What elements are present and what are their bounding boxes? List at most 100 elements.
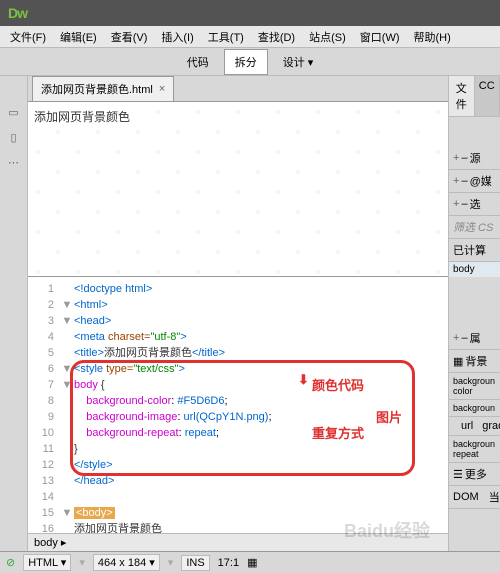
dom-section[interactable]: DOM 当 — [449, 486, 500, 509]
tab-cc[interactable]: CC — [475, 76, 500, 116]
properties-section[interactable]: +–属 — [449, 327, 500, 350]
breadcrumb-body[interactable]: body ▸ — [34, 537, 66, 549]
bgrep-prop[interactable]: backgroun repeat — [449, 436, 500, 463]
line-number: 6 — [28, 361, 60, 377]
left-toolbar: ▭ ▯ ⋯ — [0, 76, 28, 551]
status-dim[interactable]: 464 x 184 ▾ — [93, 554, 160, 571]
bg-section[interactable]: ▦背景 — [449, 350, 500, 373]
code-line[interactable]: 9 background-image: url(QCpY1N.png); — [28, 409, 448, 425]
code-line[interactable]: 3▼<head> — [28, 313, 448, 329]
line-number: 7 — [28, 377, 60, 393]
line-number: 3 — [28, 313, 60, 329]
selector-body[interactable]: body — [449, 262, 500, 277]
fold-icon[interactable] — [60, 425, 74, 441]
menu-edit[interactable]: 编辑(E) — [54, 27, 103, 47]
line-number: 16 — [28, 521, 60, 533]
live-preview: 添加网页背景颜色 — [28, 102, 448, 277]
preview-text: 添加网页背景颜色 — [34, 108, 130, 125]
editor-area: 添加网页背景颜色.html × 添加网页背景颜色 ⬇ 颜色代码 图片 重复方式 … — [28, 76, 448, 551]
menu-window[interactable]: 窗口(W) — [354, 27, 406, 47]
view-split-button[interactable]: 拆分 — [224, 49, 268, 75]
bgimg-prop[interactable]: backgroun — [449, 400, 500, 417]
fold-icon[interactable] — [60, 281, 74, 297]
line-number: 5 — [28, 345, 60, 361]
plus-icon[interactable]: + — [453, 152, 459, 164]
status-lang[interactable]: HTML ▾ — [23, 554, 71, 571]
fold-icon[interactable] — [60, 345, 74, 361]
fold-icon[interactable] — [60, 329, 74, 345]
status-ok-icon[interactable]: ⊘ — [6, 556, 15, 569]
code-line[interactable]: 14 — [28, 489, 448, 505]
status-ins[interactable]: INS — [181, 555, 209, 571]
line-number: 2 — [28, 297, 60, 313]
code-line[interactable]: 16添加网页背景颜色 — [28, 521, 448, 533]
fold-icon[interactable] — [60, 473, 74, 489]
code-line[interactable]: 11} — [28, 441, 448, 457]
menu-file[interactable]: 文件(F) — [4, 27, 52, 47]
tool-icon-2[interactable]: ▯ — [10, 131, 16, 144]
media-section[interactable]: +–@媒 — [449, 170, 500, 193]
fold-icon[interactable]: ▼ — [60, 377, 74, 393]
code-line[interactable]: 4<meta charset="utf-8"> — [28, 329, 448, 345]
fold-icon[interactable] — [60, 441, 74, 457]
line-number: 15 — [28, 505, 60, 521]
menu-bar: 文件(F) 编辑(E) 查看(V) 插入(I) 工具(T) 查找(D) 站点(S… — [0, 26, 500, 48]
right-panel: 文件 CC +–源 +–@媒 +–选 筛选 CS 已计算 body +–属 ▦背… — [448, 76, 500, 551]
document-tab[interactable]: 添加网页背景颜色.html × — [32, 76, 174, 101]
code-line[interactable]: 13</head> — [28, 473, 448, 489]
view-design-button[interactable]: 设计 ▾ — [272, 49, 325, 75]
menu-insert[interactable]: 插入(I) — [155, 27, 199, 47]
view-toolbar: 代码 拆分 设计 ▾ — [0, 48, 500, 76]
menu-help[interactable]: 帮助(H) — [408, 27, 457, 47]
more-section[interactable]: ☰更多 — [449, 463, 500, 486]
plus-icon[interactable]: + — [453, 332, 459, 344]
bgcolor-prop[interactable]: backgroun color — [449, 373, 500, 400]
fold-icon[interactable]: ▼ — [60, 297, 74, 313]
sources-section[interactable]: +–源 — [449, 147, 500, 170]
fold-icon[interactable]: ▼ — [60, 505, 74, 521]
status-pos: 17:1 — [218, 557, 239, 569]
url-prop[interactable]: url grad — [449, 417, 500, 436]
line-number: 11 — [28, 441, 60, 457]
tab-title: 添加网页背景颜色.html — [41, 81, 153, 97]
fold-icon[interactable]: ▼ — [60, 313, 74, 329]
computed-label: 已计算 — [449, 239, 500, 262]
tool-icon-1[interactable]: ▭ — [8, 106, 18, 119]
plus-icon[interactable]: + — [453, 198, 459, 210]
code-line[interactable]: 6▼<style type="text/css"> — [28, 361, 448, 377]
status-enc-icon[interactable]: ▦ — [247, 556, 257, 569]
menu-site[interactable]: 站点(S) — [303, 27, 352, 47]
view-code-button[interactable]: 代码 — [176, 49, 220, 75]
line-number: 10 — [28, 425, 60, 441]
menu-find[interactable]: 查找(D) — [252, 27, 301, 47]
document-tabs: 添加网页背景颜色.html × — [28, 76, 448, 102]
fold-icon[interactable] — [60, 393, 74, 409]
tab-files[interactable]: 文件 — [449, 76, 475, 116]
line-number: 4 — [28, 329, 60, 345]
title-bar: Dw — [0, 0, 500, 26]
code-line[interactable]: 2▼<html> — [28, 297, 448, 313]
line-number: 1 — [28, 281, 60, 297]
code-line[interactable]: 10 background-repeat: repeat; — [28, 425, 448, 441]
fold-icon[interactable] — [60, 489, 74, 505]
line-number: 12 — [28, 457, 60, 473]
tool-icon-3[interactable]: ⋯ — [8, 156, 19, 169]
code-line[interactable]: 5<title>添加网页背景颜色</title> — [28, 345, 448, 361]
fold-icon[interactable] — [60, 409, 74, 425]
selectors-section[interactable]: +–选 — [449, 193, 500, 216]
menu-tool[interactable]: 工具(T) — [202, 27, 250, 47]
plus-icon[interactable]: + — [453, 175, 459, 187]
code-line[interactable]: 7▼body { — [28, 377, 448, 393]
breadcrumb: body ▸ — [28, 533, 448, 551]
fold-icon[interactable] — [60, 457, 74, 473]
code-line[interactable]: 1<!doctype html> — [28, 281, 448, 297]
menu-view[interactable]: 查看(V) — [105, 27, 154, 47]
code-line[interactable]: 15▼<body> — [28, 505, 448, 521]
fold-icon[interactable] — [60, 521, 74, 533]
code-editor[interactable]: ⬇ 颜色代码 图片 重复方式 1<!doctype html>2▼<html>3… — [28, 277, 448, 533]
code-line[interactable]: 12</style> — [28, 457, 448, 473]
code-line[interactable]: 8 background-color: #F5D6D6; — [28, 393, 448, 409]
close-icon[interactable]: × — [159, 83, 165, 95]
fold-icon[interactable]: ▼ — [60, 361, 74, 377]
filter-hint: 筛选 CS — [449, 216, 500, 239]
